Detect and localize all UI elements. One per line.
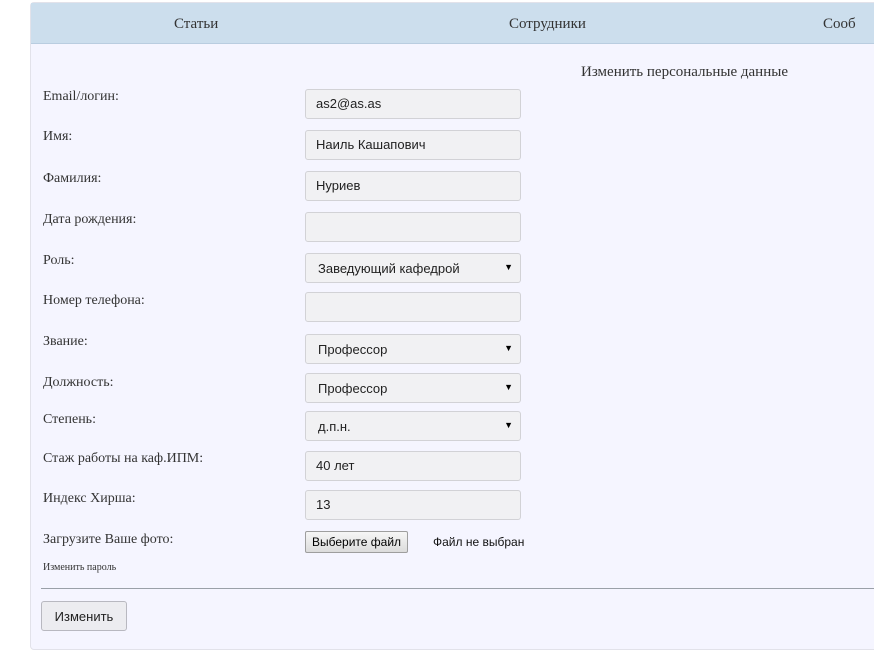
position-label: Должность: [43, 375, 114, 390]
academic-title-select[interactable]: Профессор ▼ [305, 334, 521, 364]
experience-label: Стаж работы на каф.ИПМ: [43, 451, 204, 466]
email-label: Email/логин: [43, 89, 119, 104]
chevron-down-icon: ▼ [504, 420, 513, 430]
first-name-label: Имя: [43, 129, 73, 144]
role-select-value: Заведующий кафедрой [318, 261, 460, 276]
degree-value: д.п.н. [318, 419, 351, 434]
top-navbar: Статьи Сотрудники Сооб [31, 3, 874, 44]
hirsch-index-label: Индекс Хирша: [43, 491, 136, 506]
email-field[interactable]: as2@as.as [305, 89, 521, 119]
choose-file-button[interactable]: Выберите файл [305, 531, 409, 553]
last-name-field[interactable]: Нуриев [305, 171, 521, 201]
academic-title-value: Профессор [318, 342, 388, 357]
degree-label: Степень: [43, 412, 96, 427]
phone-field[interactable] [305, 292, 521, 322]
degree-select[interactable]: д.п.н. ▼ [305, 411, 521, 441]
position-value: Профессор [318, 381, 388, 396]
phone-label: Номер телефона: [43, 293, 145, 308]
chevron-down-icon: ▼ [504, 343, 513, 353]
first-name-field[interactable]: Наиль Кашапович [305, 130, 521, 160]
hirsch-index-field[interactable]: 13 [305, 490, 521, 520]
form-title: Изменить персональные данные [581, 64, 788, 80]
chevron-down-icon: ▼ [504, 262, 513, 272]
role-select[interactable]: Заведующий кафедрой ▼ [305, 253, 521, 283]
role-label: Роль: [43, 253, 75, 268]
chevron-down-icon: ▼ [504, 382, 513, 392]
form-divider [41, 588, 874, 589]
experience-field[interactable]: 40 лет [305, 451, 521, 481]
profile-panel: Статьи Сотрудники Сооб Изменить персонал… [30, 2, 874, 650]
birth-date-label: Дата рождения: [43, 212, 137, 227]
nav-articles[interactable]: Статьи [174, 16, 218, 33]
photo-label: Загрузите Ваше фото: [43, 532, 174, 547]
file-status-text: Файл не выбран [433, 535, 525, 549]
nav-messages[interactable]: Сооб [823, 16, 856, 33]
change-password-link[interactable]: Изменить пароль [43, 562, 116, 573]
submit-button[interactable]: Изменить [41, 601, 127, 631]
last-name-label: Фамилия: [43, 171, 102, 186]
academic-title-label: Звание: [43, 334, 88, 349]
position-select[interactable]: Профессор ▼ [305, 373, 521, 403]
birth-date-field[interactable] [305, 212, 521, 242]
nav-employees[interactable]: Сотрудники [509, 16, 586, 33]
